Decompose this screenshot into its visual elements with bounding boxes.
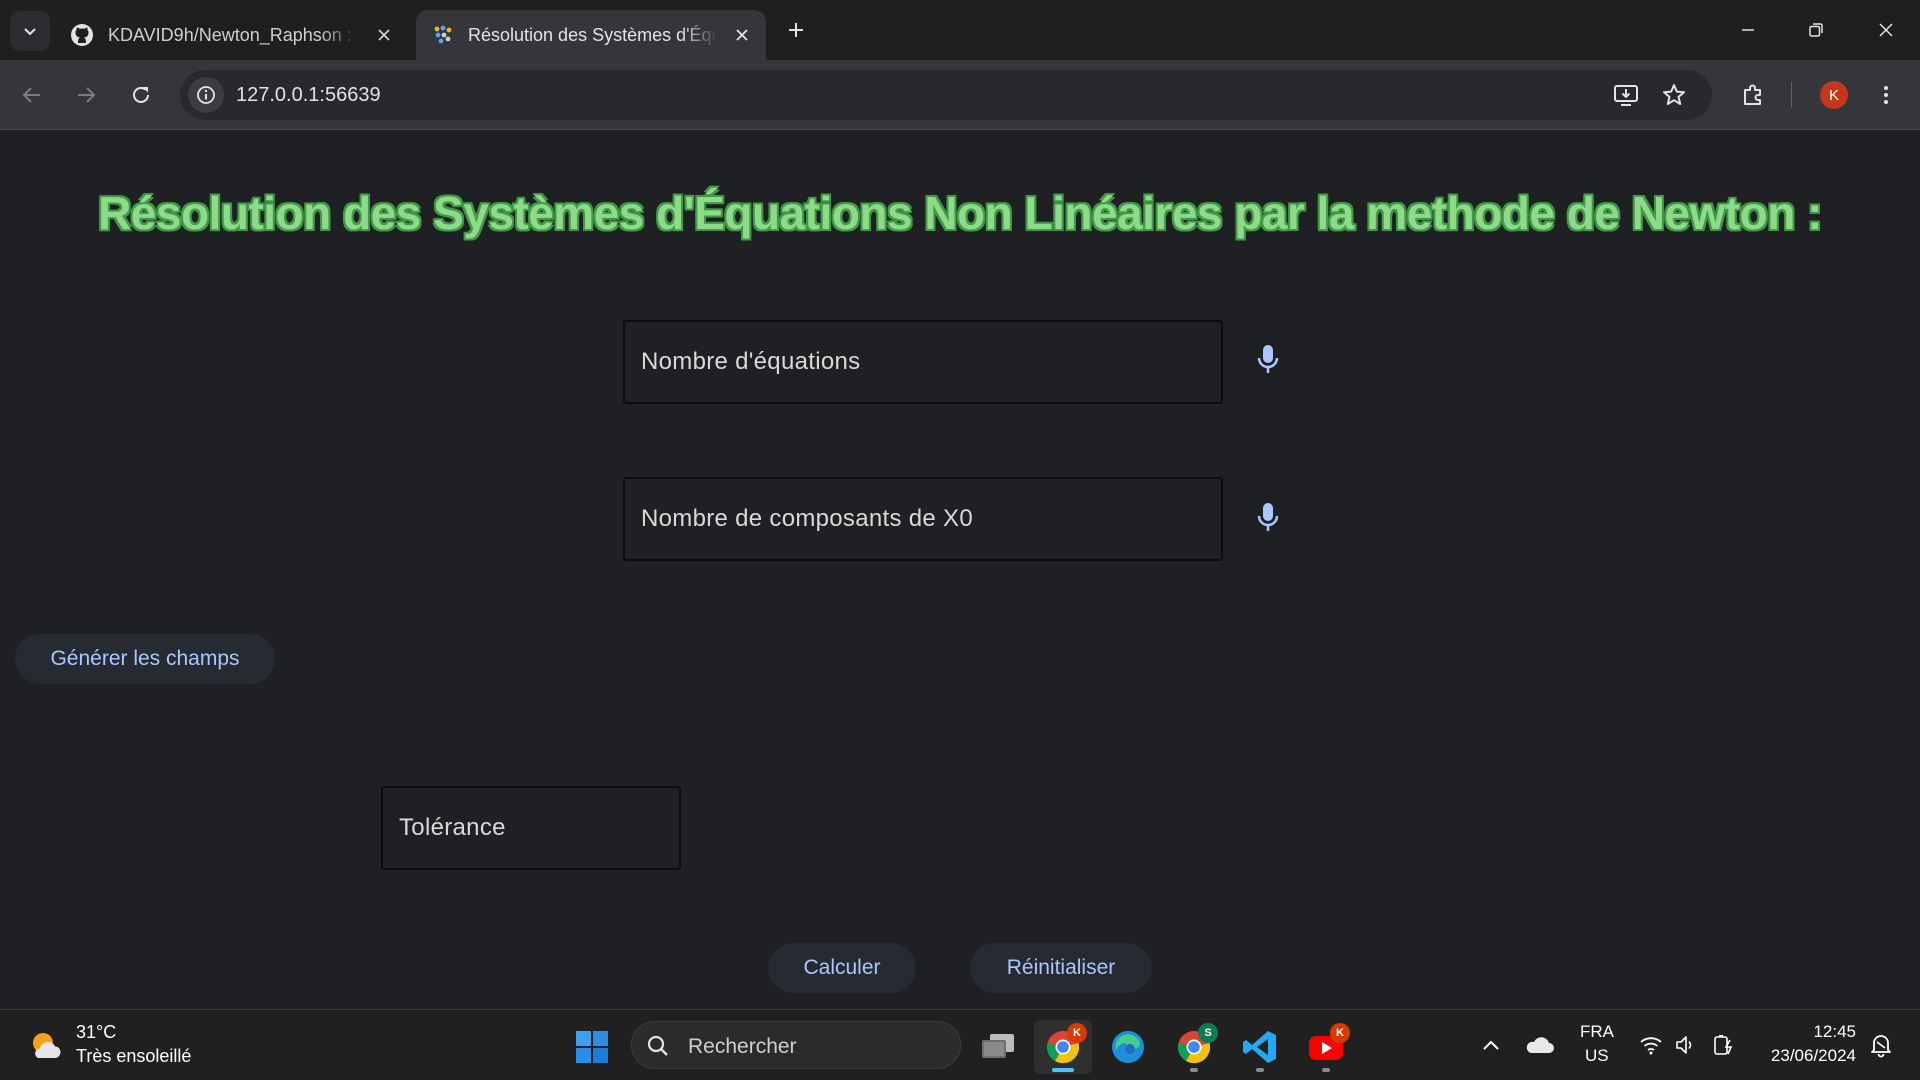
show-hidden-icons-button[interactable] xyxy=(1478,1032,1504,1058)
volume-button[interactable] xyxy=(1672,1032,1700,1058)
taskbar-chrome-profile-s[interactable]: S xyxy=(1165,1020,1223,1074)
language-indicator[interactable]: FRA US xyxy=(1574,1016,1618,1074)
tab-label: KDAVID9h/Newton_Raphson : T xyxy=(108,24,358,45)
taskbar-chrome[interactable]: K xyxy=(1034,1020,1092,1074)
tolerance-placeholder: Tolérance xyxy=(399,814,506,841)
vscode-icon xyxy=(1243,1031,1276,1063)
equations-count-placeholder: Nombre d'équations xyxy=(641,348,861,375)
task-view-button[interactable] xyxy=(969,1020,1027,1074)
network-button[interactable] xyxy=(1637,1032,1665,1058)
microphone-icon xyxy=(1257,503,1279,531)
tab-github[interactable]: KDAVID9h/Newton_Raphson : T xyxy=(60,10,408,60)
site-info-button[interactable] xyxy=(188,77,224,113)
address-bar[interactable]: 127.0.0.1:56639 xyxy=(180,70,1712,120)
weather-temperature: 31°C xyxy=(76,1022,117,1042)
toolbar-separator xyxy=(1791,82,1792,108)
components-voice-button[interactable] xyxy=(1248,498,1288,538)
clock-date: 23/06/2024 xyxy=(1770,1046,1856,1065)
start-button[interactable] xyxy=(563,1020,621,1074)
install-app-icon xyxy=(1614,85,1638,106)
reset-button[interactable]: Réinitialiser xyxy=(970,943,1152,993)
url-text[interactable]: 127.0.0.1:56639 xyxy=(236,84,381,107)
weather-description: Très ensoleillé xyxy=(76,1046,192,1066)
menu-button[interactable] xyxy=(1868,77,1904,113)
taskbar-youtube[interactable]: K xyxy=(1297,1020,1355,1074)
install-app-button[interactable] xyxy=(1610,79,1642,111)
keyboard-layout: US xyxy=(1585,1046,1609,1065)
microphone-icon xyxy=(1257,345,1279,373)
taskbar-edge[interactable] xyxy=(1099,1020,1157,1074)
equations-voice-button[interactable] xyxy=(1248,340,1288,380)
battery-charging-icon xyxy=(1714,1035,1733,1055)
cloud-icon xyxy=(1526,1037,1554,1053)
profile-badge: K xyxy=(1067,1023,1087,1043)
battery-button[interactable] xyxy=(1709,1032,1739,1058)
tab-newton-app[interactable]: Résolution des Systèmes d'Équa xyxy=(416,10,766,60)
close-tab-icon[interactable] xyxy=(732,25,752,45)
close-icon xyxy=(1879,23,1893,37)
star-icon xyxy=(1663,84,1685,105)
profile-badge: K xyxy=(1330,1023,1350,1043)
github-icon xyxy=(71,24,93,46)
notifications-button[interactable] xyxy=(1866,1030,1896,1060)
notification-bell-icon xyxy=(1871,1035,1891,1058)
page-title: Résolution des Systèmes d'Équations Non … xyxy=(98,187,1822,239)
back-button[interactable] xyxy=(14,77,50,113)
reload-button[interactable] xyxy=(123,77,159,113)
chevron-up-icon xyxy=(1483,1040,1499,1050)
close-tab-icon[interactable] xyxy=(374,25,394,45)
new-tab-button[interactable] xyxy=(780,14,812,46)
browser-toolbar: 127.0.0.1:56639 K xyxy=(0,60,1920,130)
bookmark-button[interactable] xyxy=(1658,79,1690,111)
profile-avatar[interactable]: K xyxy=(1820,81,1848,109)
task-view-icon xyxy=(982,1034,1014,1058)
arrow-left-icon xyxy=(22,87,40,103)
onedrive-button[interactable] xyxy=(1523,1032,1557,1058)
equations-count-input[interactable]: Nombre d'équations xyxy=(623,320,1223,404)
tolerance-input[interactable]: Tolérance xyxy=(381,786,681,870)
app-favicon-icon xyxy=(434,25,452,44)
language-code: FRA xyxy=(1580,1022,1614,1041)
tab-search-dropdown[interactable] xyxy=(10,11,50,51)
sun-cloud-icon xyxy=(33,1033,61,1058)
page-content: Résolution des Systèmes d'Équations Non … xyxy=(0,131,1920,1009)
restore-icon xyxy=(1809,23,1823,37)
wifi-icon xyxy=(1640,1037,1662,1055)
plus-icon xyxy=(789,23,803,37)
running-indicator xyxy=(1190,1068,1198,1072)
minimize-button[interactable] xyxy=(1720,10,1776,50)
tab-label: Résolution des Systèmes d'Équa xyxy=(468,24,718,45)
clock-time: 12:45 xyxy=(1813,1022,1856,1041)
running-indicator xyxy=(1322,1068,1330,1072)
info-icon xyxy=(197,86,215,104)
chevron-down-icon xyxy=(24,28,36,36)
reload-icon xyxy=(133,86,149,103)
active-indicator xyxy=(1052,1068,1074,1072)
running-indicator xyxy=(1256,1068,1264,1072)
minimize-icon xyxy=(1742,29,1754,31)
generate-fields-button[interactable]: Générer les champs xyxy=(15,634,275,684)
taskbar-search[interactable]: Rechercher xyxy=(631,1021,961,1069)
x0-components-placeholder: Nombre de composants de X0 xyxy=(641,505,973,532)
close-window-button[interactable] xyxy=(1858,10,1914,50)
search-icon xyxy=(647,1035,668,1056)
forward-button[interactable] xyxy=(68,77,104,113)
extensions-button[interactable] xyxy=(1735,77,1771,113)
browser-titlebar: KDAVID9h/Newton_Raphson : T Résolution d… xyxy=(0,0,1920,60)
clock-button[interactable]: 12:45 23/06/2024 xyxy=(1752,1016,1862,1074)
more-vert-icon xyxy=(1884,86,1888,104)
speaker-icon xyxy=(1676,1036,1692,1054)
windows-logo-icon xyxy=(576,1031,608,1063)
windows-taskbar: 31°C Très ensoleillé Rechercher K S K FR… xyxy=(0,1009,1920,1080)
x0-components-input[interactable]: Nombre de composants de X0 xyxy=(623,477,1223,561)
arrow-right-icon xyxy=(78,87,96,103)
search-placeholder: Rechercher xyxy=(688,1035,797,1058)
taskbar-vscode[interactable] xyxy=(1231,1020,1289,1074)
profile-badge: S xyxy=(1198,1023,1218,1043)
puzzle-icon xyxy=(1744,84,1761,105)
restore-button[interactable] xyxy=(1788,10,1844,50)
edge-icon xyxy=(1112,1031,1144,1063)
compute-button[interactable]: Calculer xyxy=(768,943,916,993)
